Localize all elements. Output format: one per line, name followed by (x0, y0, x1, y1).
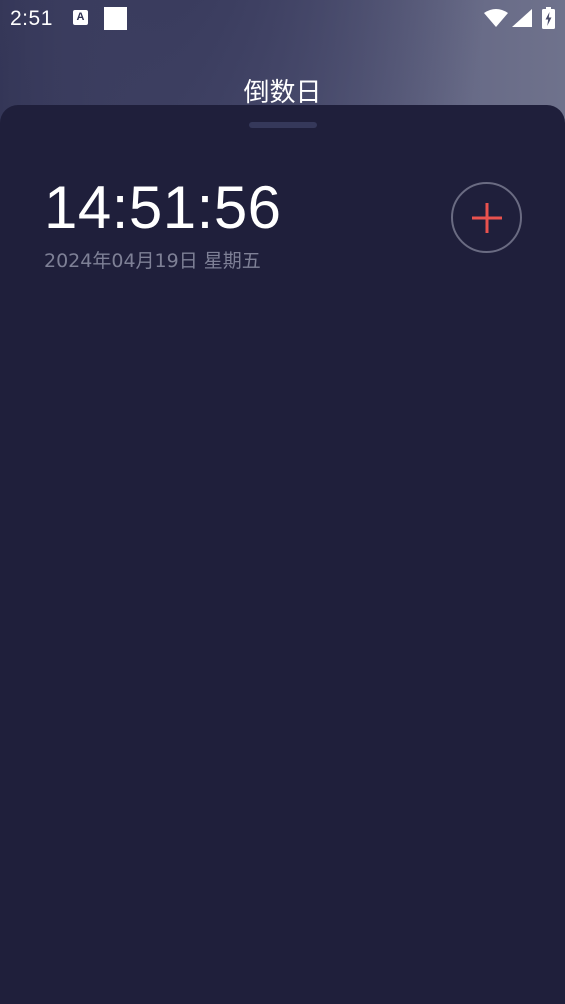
status-bar: 2:51 A (0, 0, 565, 40)
battery-charging-icon (542, 7, 555, 29)
current-date: 2024年04月19日 星期五 (44, 250, 261, 272)
square-notification-icon (104, 7, 127, 30)
a-notification-icon: A (73, 10, 88, 25)
current-time: 14:51:56 (44, 174, 282, 241)
signal-icon (512, 9, 532, 27)
wifi-icon (484, 9, 508, 27)
page-title: 倒数日 (243, 78, 322, 108)
drag-handle[interactable] (249, 122, 317, 128)
screen: 2:51 A 倒数日 14:51:56 2024年04月19日 星期五 (0, 0, 565, 1004)
bottom-sheet: 14:51:56 2024年04月19日 星期五 (0, 105, 565, 1004)
status-time: 2:51 (10, 7, 53, 30)
plus-icon (471, 202, 502, 233)
add-event-button[interactable] (451, 182, 522, 253)
